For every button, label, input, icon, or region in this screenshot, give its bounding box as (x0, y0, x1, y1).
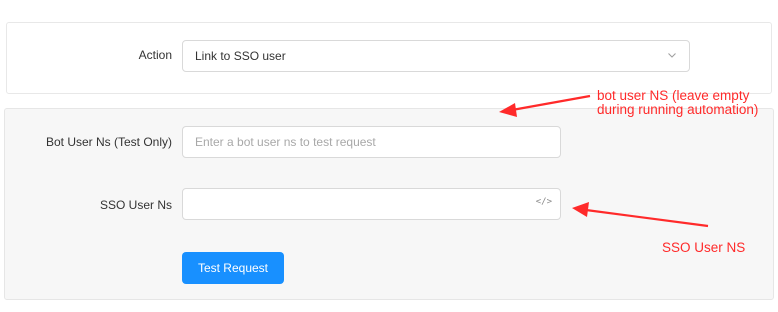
sso-user-ns-input[interactable] (183, 189, 560, 219)
action-select[interactable]: Link to SSO user (182, 40, 690, 72)
bot-user-ns-input[interactable] (183, 127, 560, 157)
bot-user-ns-field (182, 126, 561, 158)
action-select-value: Link to SSO user (195, 49, 286, 63)
action-label: Action (138, 48, 172, 62)
sso-user-ns-field: </> (182, 188, 561, 220)
sso-user-annotation: SSO User NS (662, 240, 746, 255)
sso-user-ns-label: SSO User Ns (99, 198, 172, 212)
bot-user-annotation: bot user NS (leave empty during running … (597, 89, 758, 117)
bot-user-annotation-line1: bot user NS (leave empty (597, 88, 750, 103)
page: Action Link to SSO user Bot User Ns (Tes… (0, 0, 778, 312)
bot-user-annotation-line2: during running automation) (597, 102, 759, 117)
chevron-down-icon (668, 53, 676, 58)
test-request-button[interactable]: Test Request (182, 252, 284, 284)
code-icon[interactable]: </> (536, 197, 552, 207)
bot-user-ns-label: Bot User Ns (Test Only) (45, 135, 172, 149)
